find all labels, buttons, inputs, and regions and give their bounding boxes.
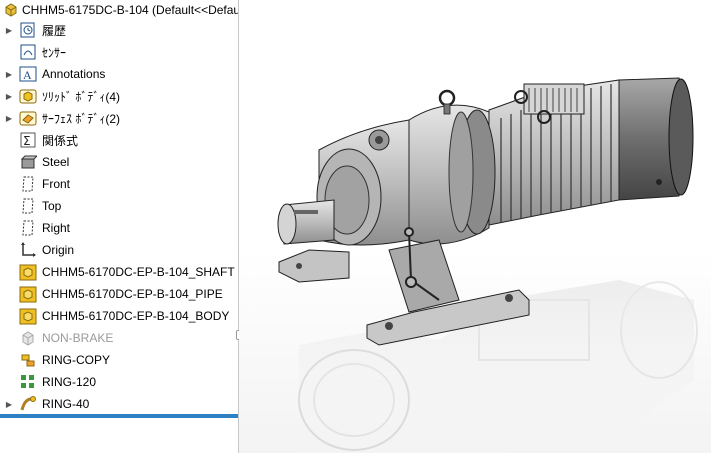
tree-item-label: NON-BRAKE [42,331,114,345]
plane-icon [18,175,38,193]
tree-item[interactable]: RING-COPY [0,350,238,370]
equations-icon: Σ [18,131,38,149]
expand-arrow-icon[interactable]: ▶ [0,70,18,79]
svg-text:A: A [23,68,32,82]
tree-item[interactable]: ▶ ｻｰﾌｪｽ ﾎﾞﾃﾞｨ(2) [0,108,238,128]
terminal-box [523,83,585,115]
motor-body [488,79,620,226]
origin-icon [18,241,38,259]
plane-icon [18,219,38,237]
svg-text:Σ: Σ [23,134,31,148]
plane-icon [18,197,38,215]
tree-item-label: Front [42,177,71,191]
graphics-viewport[interactable] [239,0,711,453]
solid-bodies-icon [18,87,38,105]
tree-item[interactable]: CHHM5-6170DC-EP-B-104_SHAFT [0,262,238,282]
suppressed-feature-icon [18,329,38,347]
tree-item[interactable]: ｾﾝｻｰ [0,42,238,62]
tree-item-label: RING-40 [42,397,90,411]
imported-part-icon [18,285,38,303]
tree-item[interactable]: Front [0,174,238,194]
tree-item-label: ｾﾝｻｰ [42,45,67,60]
feature-manager-tree: CHHM5-6175DC-B-104 (Default<<Defau ▶ 履歴 ｾﾝ… [0,0,239,453]
tree-item-label: 履歴 [42,23,67,38]
tree-item[interactable]: Σ 関係式 [0,130,238,150]
tree-item[interactable]: ▶ RING-40 [0,394,238,414]
tree-item[interactable]: ▶ A Annotations [0,64,238,84]
tree-item-label: CHHM5-6170DC-EP-B-104_SHAFT [42,265,235,279]
move-copy-icon [18,351,38,369]
tree-item-label: CHHM5-6170DC-EP-B-104_BODY [42,309,230,323]
tree-item[interactable]: Right [0,218,238,238]
tree-item[interactable]: Origin [0,240,238,260]
sensor-icon [18,43,38,61]
tree-item[interactable]: ▶ 履歴 [0,20,238,40]
expand-arrow-icon[interactable]: ▶ [0,114,18,123]
tree-item-label: 関係式 [42,133,79,148]
surface-bodies-icon [18,109,38,127]
tree-root-label: CHHM5-6175DC-B-104 (Default<<Defau [22,3,239,17]
tree-item[interactable]: CHHM5-6170DC-EP-B-104_PIPE [0,284,238,304]
imported-part-icon [18,307,38,325]
tree-item-label: Top [42,199,62,213]
tree-item-label: Right [42,221,71,235]
sweep-icon [18,395,38,413]
tree-item-label: RING-120 [42,375,97,389]
tree-item-label: Steel [42,155,70,169]
imported-part-icon [18,263,38,281]
motor-end-cap [618,77,694,201]
tree-item[interactable]: Top [0,196,238,216]
annotations-icon: A [18,65,38,83]
tree-item-label: Annotations [42,67,106,81]
tree-item[interactable]: RING-120 [0,372,238,392]
tree-item[interactable]: NON-BRAKE [0,328,238,348]
expand-arrow-icon[interactable]: ▶ [0,26,18,35]
tree-item-label: CHHM5-6170DC-EP-B-104_PIPE [42,287,223,301]
tree-item[interactable]: CHHM5-6170DC-EP-B-104_BODY [0,306,238,326]
tree-item[interactable]: ▶ ｿﾘｯﾄﾞ ﾎﾞﾃﾞｨ(4) [0,86,238,106]
part-icon [5,3,17,17]
output-shaft [277,199,335,245]
material-icon [18,153,38,171]
pattern-icon [18,373,38,391]
tree-item-label: ｿﾘｯﾄﾞ ﾎﾞﾃﾞｨ(4) [42,89,121,104]
gear-motor-3d-model [277,77,698,453]
tree-item-label: Origin [42,243,75,257]
tree-item[interactable]: Steel [0,152,238,172]
history-icon [18,21,38,39]
tree-item-label: RING-COPY [42,353,111,367]
expand-arrow-icon[interactable]: ▶ [0,400,18,409]
gearbox-housing [408,89,496,245]
tree-divider-bar [0,414,238,418]
expand-arrow-icon[interactable]: ▶ [0,92,18,101]
gearbox-eyebolt [438,89,456,107]
tree-item-label: ｻｰﾌｪｽ ﾎﾞﾃﾞｨ(2) [42,111,121,126]
tree-root-item[interactable]: CHHM5-6175DC-B-104 (Default<<Defau [4,2,239,18]
